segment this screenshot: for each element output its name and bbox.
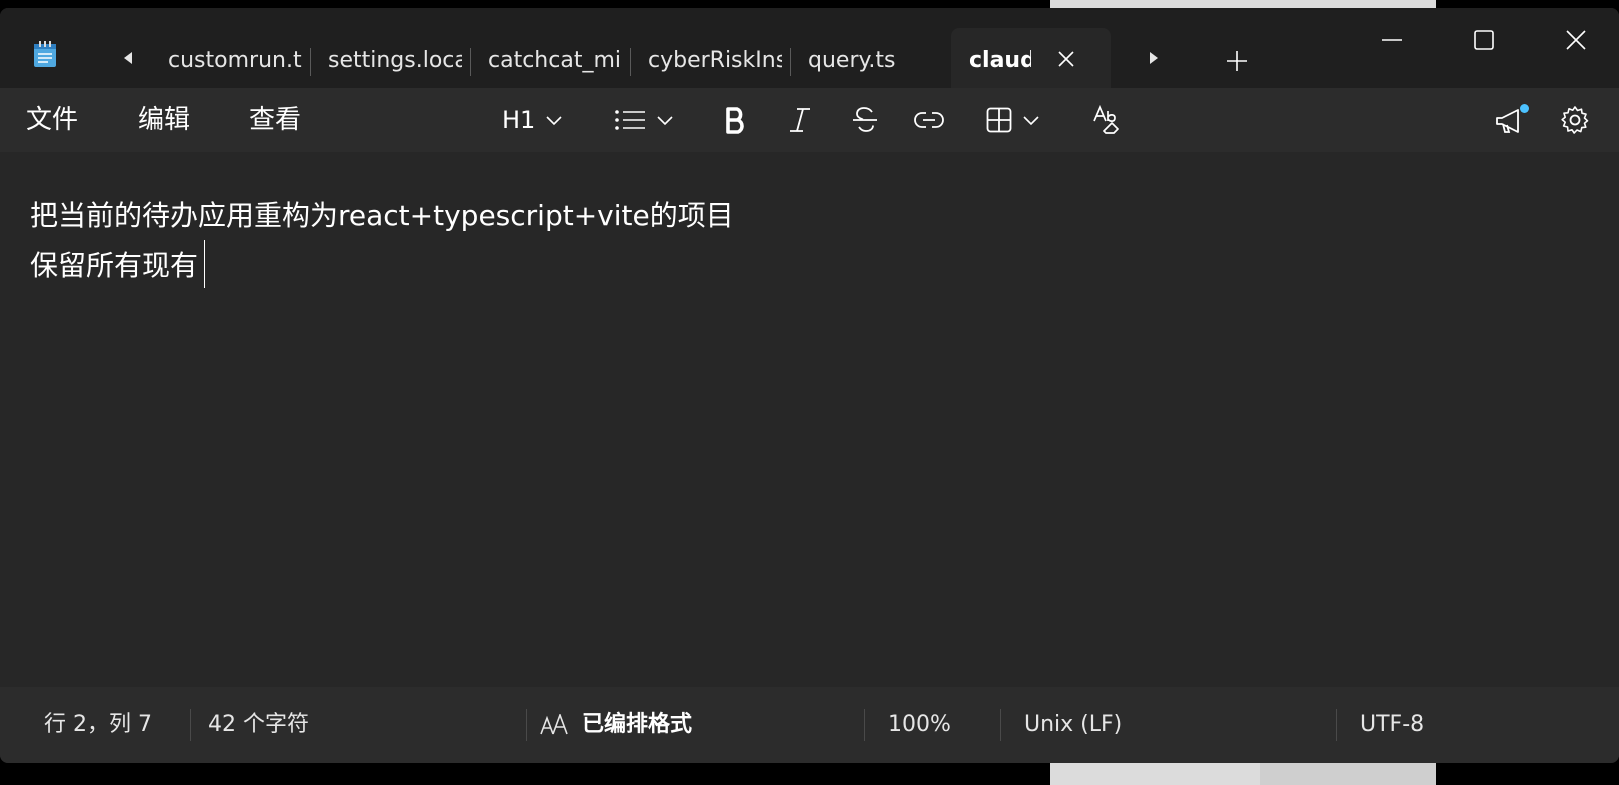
heading-dropdown[interactable]: H1: [502, 100, 563, 140]
zoom-level[interactable]: 100%: [888, 709, 951, 741]
bold-button[interactable]: [724, 100, 748, 140]
heading-label: H1: [502, 106, 536, 134]
tab-separator: [310, 48, 311, 76]
tab-separator: [790, 48, 791, 76]
tab-query-ts[interactable]: query.ts: [808, 46, 938, 76]
tab-catchcat[interactable]: catchcat_mini: [488, 46, 622, 76]
maximize-icon: [1474, 30, 1494, 50]
editor-area[interactable]: 把当前的待办应用重构为react+typescript+vite的项目 保留所有…: [0, 152, 1619, 687]
bold-icon: [726, 107, 744, 134]
status-separator: [1000, 709, 1001, 741]
close-window-button[interactable]: [1556, 20, 1596, 60]
minimize-button[interactable]: [1372, 20, 1412, 60]
tab-customrun[interactable]: customrun.txt: [168, 46, 302, 76]
tab-scroll-left-button[interactable]: [116, 46, 140, 70]
strikethrough-icon: [853, 107, 877, 132]
title-bar: customrun.txt settings.local catchcat_mi…: [0, 8, 1619, 94]
char-count: 42 个字符: [208, 712, 309, 737]
clear-format-button[interactable]: [1092, 100, 1122, 140]
chevron-right-icon: [1150, 52, 1158, 64]
link-button[interactable]: [914, 100, 944, 140]
tab-claude-active[interactable]: claude: [951, 28, 1111, 94]
clear-format-icon: [1093, 105, 1119, 134]
tab-separator: [630, 48, 631, 76]
tab-scroll-right-button[interactable]: [1142, 46, 1166, 70]
chevron-down-icon: [1023, 116, 1039, 126]
notepad-window: customrun.txt settings.local catchcat_mi…: [0, 8, 1619, 763]
link-icon: [914, 112, 944, 128]
table-dropdown[interactable]: [986, 100, 1040, 140]
status-separator: [864, 709, 865, 741]
tab-close-button[interactable]: [1051, 44, 1081, 74]
plus-icon: [1227, 51, 1247, 71]
maximize-button[interactable]: [1464, 20, 1504, 60]
list-dropdown[interactable]: [614, 100, 674, 140]
feedback-button[interactable]: [1494, 100, 1529, 140]
table-icon: [986, 107, 1012, 133]
encoding[interactable]: UTF-8: [1360, 709, 1424, 741]
close-icon: [1566, 30, 1586, 50]
tab-separator: [470, 48, 471, 76]
menu-file[interactable]: 文件: [26, 102, 78, 138]
chevron-down-icon: [546, 116, 562, 126]
chevron-left-icon: [124, 52, 132, 64]
status-separator: [526, 709, 527, 741]
italic-button[interactable]: [788, 100, 812, 140]
menu-view[interactable]: 查看: [249, 102, 301, 138]
menu-edit[interactable]: 编辑: [138, 102, 190, 138]
minimize-icon: [1382, 39, 1402, 41]
gear-icon: [1561, 106, 1589, 134]
status-separator: [190, 709, 191, 741]
text-format-icon: [540, 714, 568, 735]
cursor-position: 行 2，列 7: [44, 712, 152, 737]
status-bar: 行 2，列 7 42 个字符 已编排格式 100% Unix (LF) UTF-…: [0, 687, 1619, 763]
settings-button[interactable]: [1560, 100, 1590, 140]
editor-line-2: 保留所有现有: [30, 249, 199, 282]
line-ending[interactable]: Unix (LF): [1024, 709, 1122, 741]
new-tab-button[interactable]: [1222, 46, 1252, 76]
tab-settings-local[interactable]: settings.local: [328, 46, 462, 76]
strikethrough-button[interactable]: [852, 100, 878, 140]
active-tab-label: claude: [969, 48, 1031, 73]
format-mode-label: 已编排格式: [582, 712, 693, 737]
format-mode[interactable]: 已编排格式: [540, 709, 692, 741]
list-icon: [615, 110, 645, 130]
tab-cyberriskinst[interactable]: cyberRiskInst: [648, 46, 782, 76]
close-icon: [1058, 51, 1074, 67]
editor-line-1: 把当前的待办应用重构为react+typescript+vite的项目: [30, 199, 734, 232]
text-caret: [204, 240, 205, 288]
italic-icon: [790, 108, 810, 132]
status-separator: [1336, 709, 1337, 741]
notification-dot: [1520, 104, 1529, 113]
chevron-down-icon: [657, 116, 673, 126]
notepad-icon: [32, 40, 58, 68]
toolbar: 文件 编辑 查看 H1: [0, 88, 1619, 152]
